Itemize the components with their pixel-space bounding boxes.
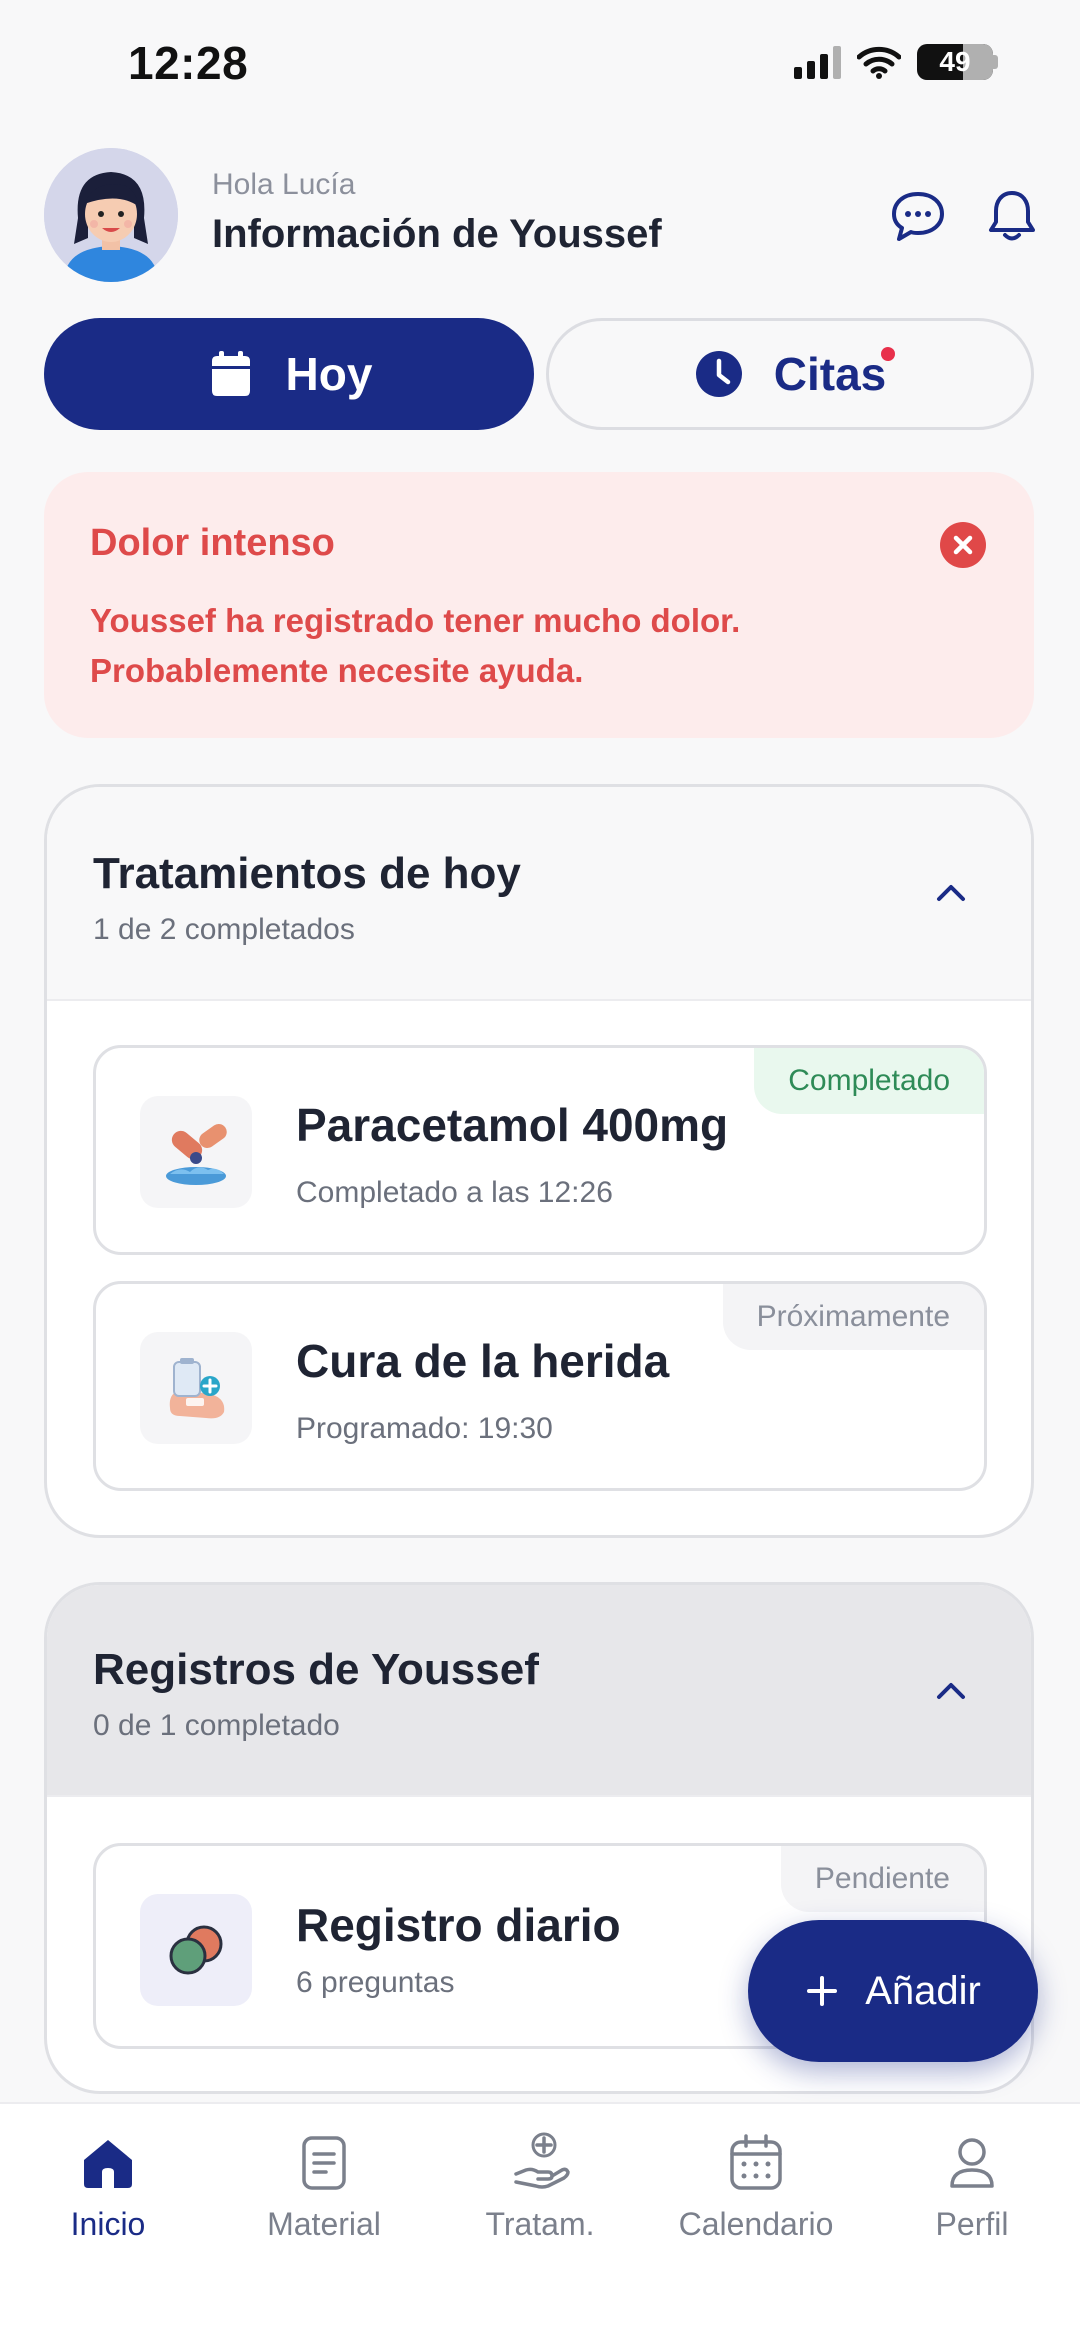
item-name: Cura de la herida bbox=[296, 1335, 670, 1387]
nav-item-perfil[interactable]: Perfil bbox=[864, 2130, 1080, 2243]
status-bar: 12:28 49 bbox=[0, 0, 1080, 130]
alert-message: Youssef ha registrado tener mucho dolor.… bbox=[90, 602, 741, 689]
nav-label: Material bbox=[267, 2206, 381, 2242]
home-icon bbox=[84, 2140, 132, 2188]
status-icons: 49 bbox=[794, 44, 998, 80]
treatments-card: Tratamientos de hoy 1 de 2 completados P… bbox=[44, 784, 1034, 1538]
calendar-icon bbox=[211, 351, 250, 396]
bottom-nav: Inicio Material Tratam. Calendario Perfi… bbox=[0, 2102, 1080, 2337]
bell-icon[interactable] bbox=[982, 186, 1042, 246]
page-title: Información de Youssef bbox=[212, 212, 662, 256]
status-badge: Pendiente bbox=[780, 1846, 984, 1912]
chevron-up-icon[interactable] bbox=[929, 871, 973, 915]
alert-banner: Dolor intenso Youssef ha registrado tene… bbox=[44, 472, 1034, 738]
item-detail: 6 preguntas bbox=[296, 1966, 455, 1999]
treatment-item[interactable]: Cura de la herida Programado: 19:30 Próx… bbox=[93, 1281, 987, 1491]
tab-citas-label: Citas bbox=[773, 348, 887, 400]
document-icon bbox=[302, 2136, 346, 2190]
signal-icon bbox=[794, 45, 841, 79]
status-time: 12:28 bbox=[128, 37, 249, 89]
nav-item-calendario[interactable]: Calendario bbox=[648, 2130, 864, 2243]
nav-item-tratamientos[interactable]: Tratam. bbox=[432, 2130, 648, 2243]
record-icon bbox=[140, 1894, 252, 2006]
records-card-header[interactable]: Registros de Youssef 0 de 1 completado bbox=[47, 1585, 1031, 1797]
hand-plus-icon bbox=[514, 2132, 570, 2189]
clock-icon bbox=[695, 351, 742, 397]
calendar-icon bbox=[730, 2134, 782, 2190]
treatments-card-header[interactable]: Tratamientos de hoy 1 de 2 completados bbox=[47, 787, 1031, 1001]
close-icon[interactable] bbox=[940, 522, 986, 568]
nav-item-inicio[interactable]: Inicio bbox=[0, 2130, 216, 2243]
item-name: Paracetamol 400mg bbox=[296, 1099, 729, 1151]
tab-hoy-label: Hoy bbox=[285, 348, 373, 400]
nav-label: Perfil bbox=[935, 2206, 1009, 2242]
chat-bubble-icon[interactable] bbox=[888, 186, 948, 246]
nav-label: Calendario bbox=[678, 2206, 834, 2242]
treatment-item[interactable]: Paracetamol 400mg Completado a las 12:26… bbox=[93, 1045, 987, 1255]
battery-icon: 49 bbox=[917, 44, 993, 80]
notification-dot bbox=[881, 347, 895, 361]
nav-label: Inicio bbox=[70, 2206, 146, 2242]
tab-citas[interactable]: Citas bbox=[546, 318, 1034, 430]
status-badge: Completado bbox=[754, 1048, 984, 1114]
nav-item-material[interactable]: Material bbox=[216, 2130, 432, 2243]
alert-title: Dolor intenso bbox=[90, 522, 335, 564]
add-button-label: Añadir bbox=[865, 1968, 981, 2013]
item-name: Registro diario bbox=[296, 1899, 621, 1951]
card-title: Registros de Youssef bbox=[93, 1645, 539, 1694]
card-subtitle: 0 de 1 completado bbox=[93, 1709, 340, 1742]
pills-icon bbox=[140, 1096, 252, 1208]
nav-label: Tratam. bbox=[485, 2206, 595, 2242]
avatar[interactable] bbox=[44, 148, 178, 282]
greeting: Hola Lucía bbox=[212, 168, 356, 201]
item-detail: Programado: 19:30 bbox=[296, 1412, 553, 1445]
chevron-up-icon[interactable] bbox=[929, 1669, 973, 1713]
wound-care-icon bbox=[140, 1332, 252, 1444]
card-subtitle: 1 de 2 completados bbox=[93, 913, 355, 946]
battery-level: 49 bbox=[939, 46, 971, 77]
card-title: Tratamientos de hoy bbox=[93, 849, 521, 898]
user-icon bbox=[950, 2138, 994, 2188]
status-badge: Próximamente bbox=[722, 1284, 984, 1350]
item-detail: Completado a las 12:26 bbox=[296, 1176, 613, 1209]
plus-icon bbox=[807, 1976, 838, 2006]
tab-hoy[interactable]: Hoy bbox=[44, 318, 534, 430]
add-button[interactable]: Añadir bbox=[748, 1920, 1038, 2062]
wifi-icon bbox=[857, 46, 901, 79]
